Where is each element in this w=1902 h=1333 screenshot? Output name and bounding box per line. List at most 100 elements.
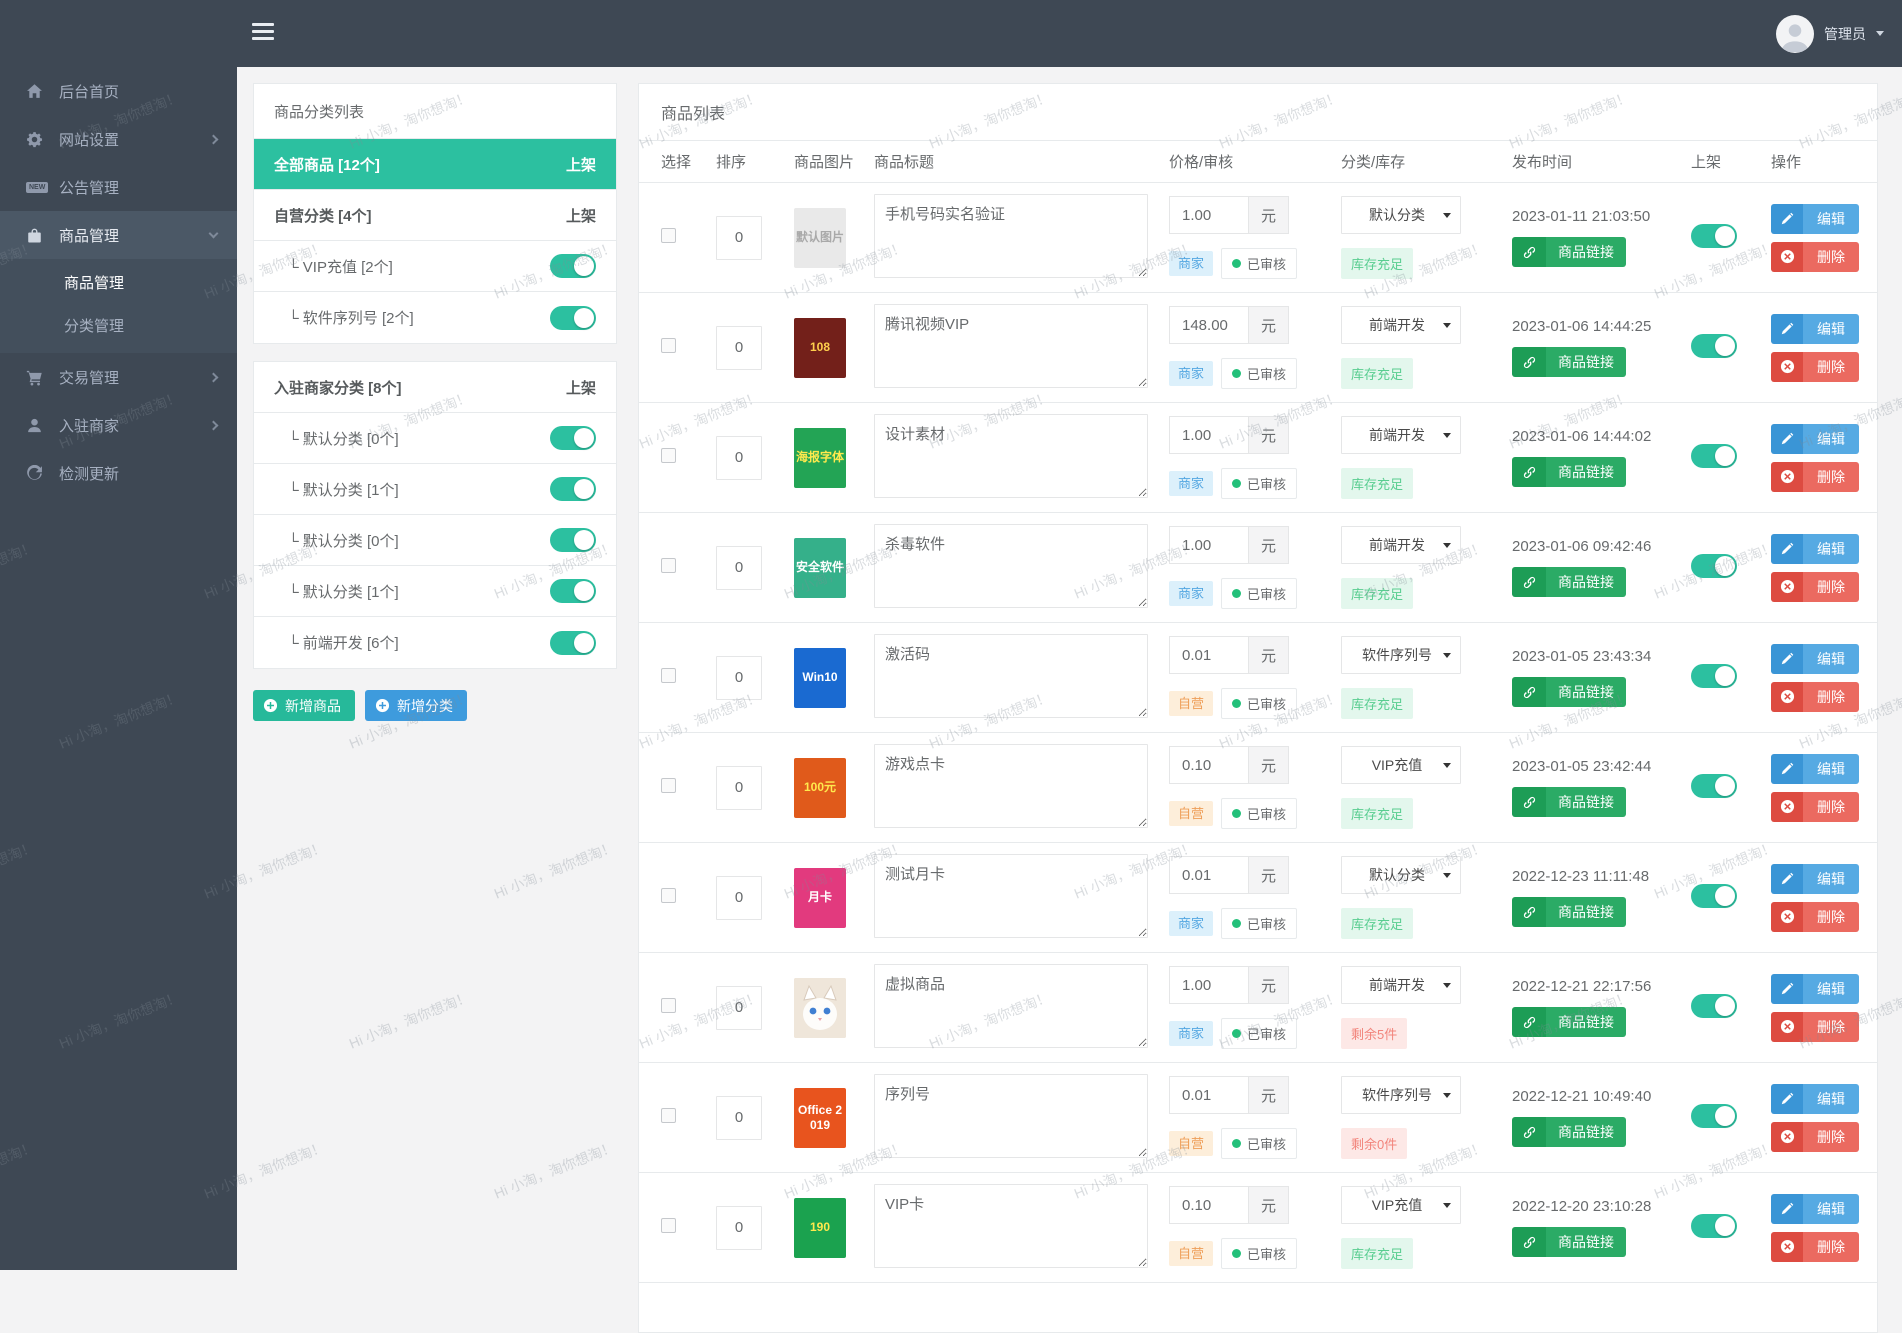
product-link-button[interactable]: 商品链接 — [1512, 677, 1626, 707]
add-category-button[interactable]: 新增分类 — [365, 690, 467, 721]
category-toggle[interactable] — [550, 630, 596, 655]
row-select-checkbox[interactable] — [661, 998, 676, 1013]
delete-button[interactable]: 删除 — [1771, 241, 1859, 272]
row-select-checkbox[interactable] — [661, 448, 676, 463]
price-input[interactable] — [1169, 196, 1249, 234]
row-select-checkbox[interactable] — [661, 1108, 676, 1123]
category-select[interactable]: 软件序列号 — [1341, 636, 1461, 674]
category-toggle[interactable] — [550, 254, 596, 278]
category-toggle[interactable] — [550, 305, 596, 330]
row-select-checkbox[interactable] — [661, 1218, 676, 1233]
category-toggle[interactable] — [550, 579, 596, 603]
sort-input[interactable] — [716, 875, 762, 920]
product-title-textarea[interactable] — [874, 633, 1148, 718]
price-input[interactable] — [1169, 416, 1249, 454]
edit-button[interactable]: 编辑 — [1771, 863, 1859, 894]
delete-button[interactable]: 删除 — [1771, 681, 1859, 712]
row-select-checkbox[interactable] — [661, 888, 676, 903]
edit-button[interactable]: 编辑 — [1771, 313, 1859, 344]
shelf-toggle[interactable] — [1691, 663, 1737, 688]
price-input[interactable] — [1169, 746, 1249, 784]
product-link-button[interactable]: 商品链接 — [1512, 347, 1626, 377]
row-select-checkbox[interactable] — [661, 228, 676, 243]
category-toggle[interactable] — [550, 477, 596, 501]
sort-input[interactable] — [716, 765, 762, 810]
product-link-button[interactable]: 商品链接 — [1512, 567, 1626, 597]
category-select[interactable]: 前端开发 — [1341, 966, 1461, 1004]
product-title-textarea[interactable] — [874, 523, 1148, 608]
sort-input[interactable] — [716, 325, 762, 370]
sidebar-item[interactable]: 商品管理 — [0, 211, 237, 259]
row-select-checkbox[interactable] — [661, 338, 676, 353]
category-select[interactable]: 前端开发 — [1341, 526, 1461, 564]
shelf-toggle[interactable] — [1691, 1213, 1737, 1238]
add-product-button[interactable]: 新增商品 — [253, 690, 355, 721]
sort-input[interactable] — [716, 985, 762, 1030]
product-title-textarea[interactable] — [874, 303, 1148, 388]
shelf-label[interactable]: 上架 — [566, 205, 596, 226]
sort-input[interactable] — [716, 655, 762, 700]
shelf-label[interactable]: 上架 — [566, 377, 596, 398]
category-row-all[interactable]: 全部商品 [12个] 上架 — [254, 139, 616, 190]
shelf-toggle[interactable] — [1691, 223, 1737, 248]
shelf-toggle[interactable] — [1691, 1103, 1737, 1128]
price-input[interactable] — [1169, 856, 1249, 894]
price-input[interactable] — [1169, 1186, 1249, 1224]
sidebar-subitem[interactable]: 分类管理 — [0, 304, 237, 347]
sidebar-item[interactable]: NEW 公告管理 — [0, 163, 237, 211]
sidebar-subitem[interactable]: 商品管理 — [0, 261, 237, 304]
menu-toggle-icon[interactable] — [252, 23, 274, 44]
sort-input[interactable] — [716, 545, 762, 590]
price-input[interactable] — [1169, 966, 1249, 1004]
category-select[interactable]: 默认分类 — [1341, 196, 1461, 234]
edit-button[interactable]: 编辑 — [1771, 1193, 1859, 1224]
row-select-checkbox[interactable] — [661, 668, 676, 683]
product-link-button[interactable]: 商品链接 — [1512, 787, 1626, 817]
category-select[interactable]: 前端开发 — [1341, 306, 1461, 344]
user-menu[interactable]: 管理员 — [1776, 0, 1884, 67]
sort-input[interactable] — [716, 1205, 762, 1250]
delete-button[interactable]: 删除 — [1771, 1121, 1859, 1152]
category-select[interactable]: 默认分类 — [1341, 856, 1461, 894]
delete-button[interactable]: 删除 — [1771, 791, 1859, 822]
delete-button[interactable]: 删除 — [1771, 351, 1859, 382]
shelf-toggle[interactable] — [1691, 553, 1737, 578]
sidebar-item[interactable]: 网站设置 — [0, 115, 237, 163]
delete-button[interactable]: 删除 — [1771, 901, 1859, 932]
product-title-textarea[interactable] — [874, 963, 1148, 1048]
product-link-button[interactable]: 商品链接 — [1512, 237, 1626, 267]
price-input[interactable] — [1169, 306, 1249, 344]
sort-input[interactable] — [716, 435, 762, 480]
product-title-textarea[interactable] — [874, 1073, 1148, 1158]
category-select[interactable]: VIP充值 — [1341, 1186, 1461, 1224]
product-title-textarea[interactable] — [874, 1183, 1148, 1268]
sidebar-item[interactable]: 检测更新 — [0, 449, 237, 497]
price-input[interactable] — [1169, 526, 1249, 564]
price-input[interactable] — [1169, 636, 1249, 674]
row-select-checkbox[interactable] — [661, 558, 676, 573]
product-title-textarea[interactable] — [874, 193, 1148, 278]
edit-button[interactable]: 编辑 — [1771, 753, 1859, 784]
product-link-button[interactable]: 商品链接 — [1512, 897, 1626, 927]
row-select-checkbox[interactable] — [661, 778, 676, 793]
shelf-toggle[interactable] — [1691, 773, 1737, 798]
product-link-button[interactable]: 商品链接 — [1512, 457, 1626, 487]
delete-button[interactable]: 删除 — [1771, 461, 1859, 492]
product-link-button[interactable]: 商品链接 — [1512, 1007, 1626, 1037]
shelf-toggle[interactable] — [1691, 993, 1737, 1018]
category-toggle[interactable] — [550, 528, 596, 552]
edit-button[interactable]: 编辑 — [1771, 1083, 1859, 1114]
sidebar-item[interactable]: 入驻商家 — [0, 401, 237, 449]
product-link-button[interactable]: 商品链接 — [1512, 1117, 1626, 1147]
shelf-toggle[interactable] — [1691, 443, 1737, 468]
category-select[interactable]: 软件序列号 — [1341, 1076, 1461, 1114]
edit-button[interactable]: 编辑 — [1771, 973, 1859, 1004]
delete-button[interactable]: 删除 — [1771, 1231, 1859, 1262]
product-title-textarea[interactable] — [874, 853, 1148, 938]
category-toggle[interactable] — [550, 426, 596, 450]
price-input[interactable] — [1169, 1076, 1249, 1114]
category-select[interactable]: VIP充值 — [1341, 746, 1461, 784]
delete-button[interactable]: 删除 — [1771, 571, 1859, 602]
category-select[interactable]: 前端开发 — [1341, 416, 1461, 454]
edit-button[interactable]: 编辑 — [1771, 533, 1859, 564]
